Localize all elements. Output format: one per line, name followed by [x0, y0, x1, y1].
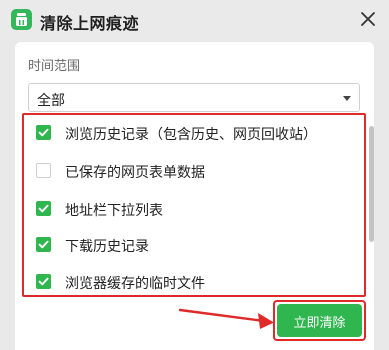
checkbox-browsing-history[interactable] — [36, 125, 51, 140]
chevron-down-icon — [343, 96, 351, 101]
window-title: 清除上网痕迹 — [40, 16, 140, 33]
scrollbar-thumb[interactable] — [369, 126, 374, 242]
option-browsing-history[interactable]: 浏览历史记录（包含历史、网页回收站） — [36, 121, 356, 145]
option-label: 下载历史记录 — [65, 238, 149, 254]
option-form-data[interactable]: 已保存的网页表单数据 — [36, 159, 356, 183]
checkbox-address-bar[interactable] — [36, 201, 51, 216]
close-button[interactable] — [356, 7, 380, 31]
option-cache-files[interactable]: 浏览器缓存的临时文件 — [36, 270, 356, 294]
option-label: 浏览历史记录（包含历史、网页回收站） — [65, 126, 317, 142]
close-icon — [361, 12, 375, 26]
time-range-select[interactable]: 全部 — [28, 83, 360, 112]
broom-icon — [11, 9, 32, 30]
time-range-label: 时间范围 — [28, 58, 81, 73]
time-range-value: 全部 — [37, 92, 65, 108]
option-address-bar[interactable]: 地址栏下拉列表 — [36, 197, 356, 221]
checkbox-download-history[interactable] — [36, 237, 51, 252]
checkbox-cache-files[interactable] — [36, 274, 51, 289]
button-highlight-frame — [273, 300, 366, 341]
option-label: 浏览器缓存的临时文件 — [65, 275, 205, 291]
title-bar: 清除上网痕迹 — [0, 0, 389, 40]
arrow-right-icon — [178, 308, 274, 329]
option-label: 地址栏下拉列表 — [65, 202, 163, 218]
option-label: 已保存的网页表单数据 — [65, 164, 205, 180]
option-download-history[interactable]: 下载历史记录 — [36, 233, 356, 257]
checkbox-form-data[interactable] — [36, 163, 51, 178]
